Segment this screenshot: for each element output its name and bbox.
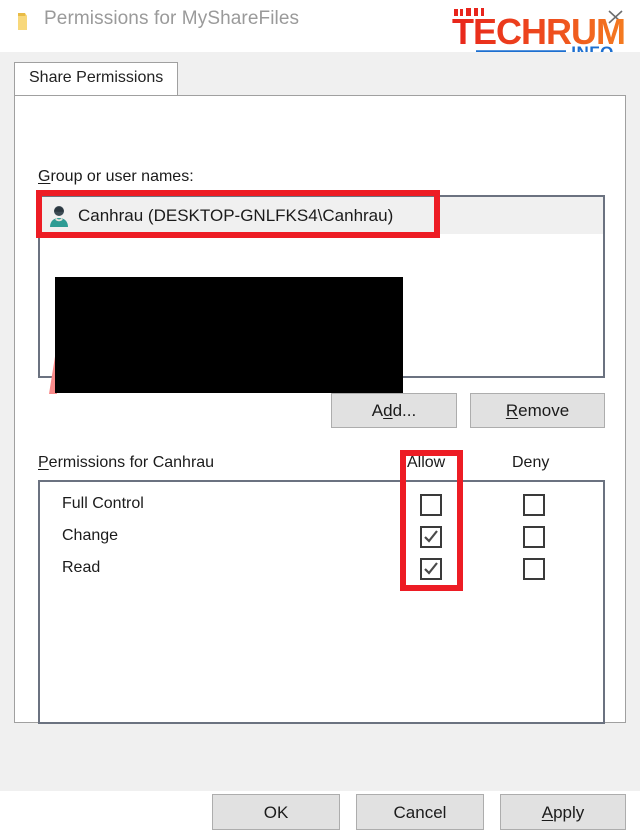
page-title: Permissions for MyShareFiles <box>44 8 300 29</box>
accel-d: d <box>383 401 393 420</box>
accel-g: G <box>38 168 51 185</box>
permission-name: Full Control <box>62 495 144 512</box>
add-button-label-before: A <box>371 401 384 420</box>
tab-strip: Share Permissions <box>14 62 626 96</box>
table-row[interactable]: Change <box>40 522 603 554</box>
permissions-label-rest: ermissions for Canhrau <box>48 454 215 471</box>
accel-a: A <box>541 802 554 822</box>
table-row[interactable]: Read <box>40 554 603 586</box>
apply-button-label-after: pply <box>553 802 585 822</box>
table-row[interactable]: Full Control <box>40 490 603 522</box>
dialog-body: Share Permissions Group or user names: C… <box>0 52 640 830</box>
folder-icon <box>16 12 34 32</box>
allow-checkbox-change[interactable] <box>420 526 442 548</box>
add-button[interactable]: Ad d... <box>331 393 457 428</box>
checkmark-icon <box>424 562 438 575</box>
tab-share-permissions[interactable]: Share Permissions <box>14 62 179 96</box>
permission-name: Read <box>62 559 101 576</box>
group-or-user-names-label: Group or user names: <box>38 168 194 186</box>
remove-button-label-after: emove <box>518 401 570 420</box>
allow-checkbox-full-control[interactable] <box>420 494 442 516</box>
remove-button[interactable]: Remove <box>470 393 605 428</box>
add-button-label-after: d... <box>392 401 417 420</box>
group-label-rest: roup or user names: <box>50 168 194 185</box>
permissions-listbox[interactable]: Full Control Change Read <box>38 480 605 724</box>
close-icon[interactable] <box>598 4 632 30</box>
user-icon <box>48 204 70 228</box>
ok-button[interactable]: OK <box>212 794 340 830</box>
title-bar: Permissions for MyShareFiles TECHRUM <box>0 0 640 62</box>
permissions-for-user-label: Permissions for Canhrau <box>38 454 214 472</box>
accel-p: P <box>38 454 49 471</box>
checkmark-icon <box>424 530 438 543</box>
apply-button[interactable]: Apply <box>500 794 626 830</box>
deny-column-header: Deny <box>512 454 550 471</box>
list-item[interactable]: Canhrau (DESKTOP-GNLFKS4\Canhrau) <box>40 197 603 234</box>
allow-column-header: Allow <box>407 454 446 471</box>
deny-checkbox-change[interactable] <box>523 526 545 548</box>
accel-r: R <box>505 401 519 420</box>
permissions-dialog: Permissions for MyShareFiles TECHRUM Sha… <box>0 0 640 830</box>
cancel-button[interactable]: Cancel <box>356 794 484 830</box>
redaction-block <box>55 277 403 393</box>
list-item-label: Canhrau (DESKTOP-GNLFKS4\Canhrau) <box>78 205 394 225</box>
permission-name: Change <box>62 527 119 544</box>
allow-checkbox-read[interactable] <box>420 558 442 580</box>
deny-checkbox-read[interactable] <box>523 558 545 580</box>
deny-checkbox-full-control[interactable] <box>523 494 545 516</box>
